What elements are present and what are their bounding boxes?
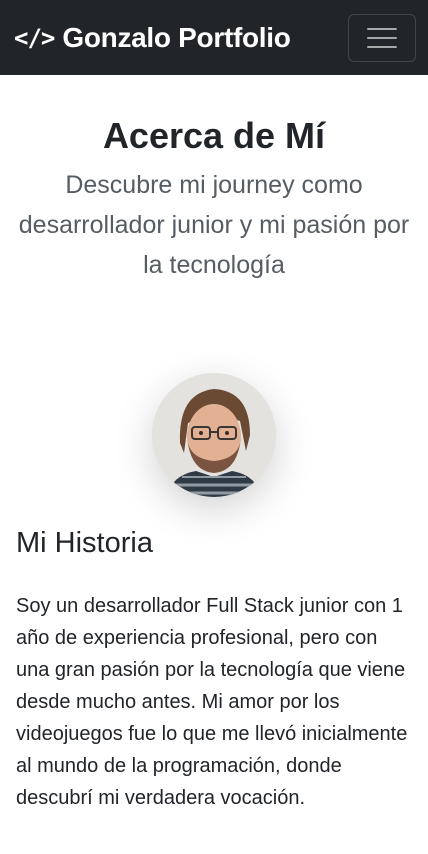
avatar-container <box>0 373 428 497</box>
hamburger-icon <box>367 27 397 30</box>
avatar <box>152 373 276 497</box>
hamburger-icon <box>367 45 397 48</box>
page-subtitle: Descubre mi journey como desarrollador j… <box>18 171 410 279</box>
story-section: Mi Historia Soy un desarrollador Full St… <box>0 527 428 814</box>
story-heading: Mi Historia <box>16 527 153 559</box>
page-title: Acerca de Mí <box>102 115 326 156</box>
profile-photo <box>152 373 276 497</box>
navbar-toggler-button[interactable] <box>348 13 416 62</box>
brand-text: Gonzalo Portfolio <box>62 21 291 53</box>
brand-link[interactable]: </> Gonzalo Portfolio <box>14 22 291 54</box>
about-header: Acerca de Mí Descubre mi journey como de… <box>0 75 428 285</box>
story-text: Soy un desarrollador Full Stack junior c… <box>16 595 408 809</box>
hamburger-icon <box>367 36 397 39</box>
code-icon: </> <box>14 23 55 52</box>
navbar: </> Gonzalo Portfolio <box>0 0 428 75</box>
